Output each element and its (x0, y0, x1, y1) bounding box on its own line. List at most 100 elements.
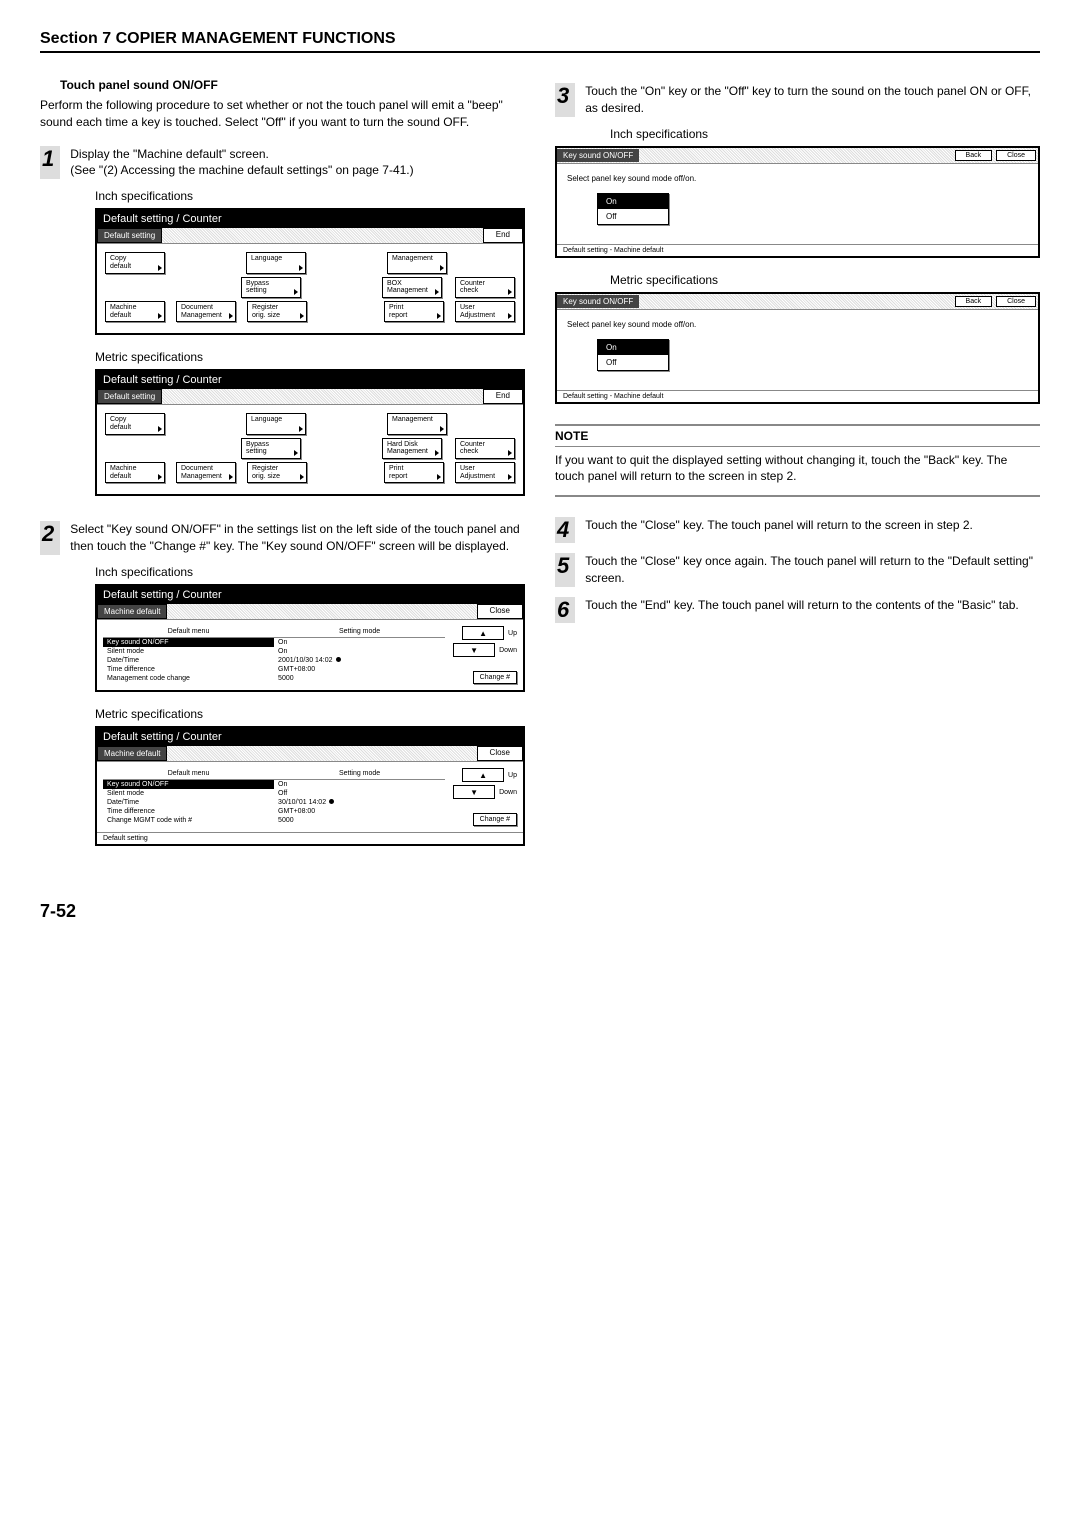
up-button[interactable]: ▲ (462, 768, 504, 782)
back-button[interactable]: Back (955, 296, 993, 307)
down-label: Down (499, 789, 517, 796)
step-1-text: Display the "Machine default" screen. (S… (70, 146, 525, 180)
metric-spec-label: Metric specifications (95, 350, 525, 364)
table-row[interactable]: Silent modeOff (103, 789, 445, 798)
inch-spec-label: Inch specifications (95, 565, 525, 579)
metric-spec-label: Metric specifications (95, 707, 525, 721)
up-label: Up (508, 630, 517, 637)
tab-default-setting[interactable]: Default setting (97, 389, 162, 404)
table-row[interactable]: Key sound ON/OFFOn (103, 638, 445, 647)
panel-machine-default-metric: Default setting / Counter Machine defaul… (95, 726, 525, 846)
instruction-text: Select panel key sound mode off/on. (567, 174, 1028, 183)
panel-button[interactable]: Bypass setting (241, 277, 301, 298)
inch-spec-label: Inch specifications (610, 127, 1040, 141)
onoff-selector: On Off (597, 193, 669, 225)
metric-spec-label: Metric specifications (610, 273, 1040, 287)
panel-keysound-inch: Key sound ON/OFF Back Close Select panel… (555, 146, 1040, 258)
up-button[interactable]: ▲ (462, 626, 504, 640)
panel-button[interactable]: Counter check (455, 277, 515, 298)
col-setting-mode: Setting mode (274, 626, 445, 637)
step-marker: 3 (555, 83, 575, 117)
panel-footer: Default setting - Machine default (557, 244, 1038, 256)
step-2-text: Select "Key sound ON/OFF" in the setting… (70, 521, 525, 555)
panel-button[interactable]: Print report (384, 462, 444, 483)
close-button[interactable]: Close (996, 150, 1036, 161)
panel-button[interactable]: BOX Management (382, 277, 442, 298)
step-marker: 6 (555, 597, 575, 623)
step-marker: 1 (40, 146, 60, 180)
col-default-menu: Default menu (103, 768, 274, 779)
end-button[interactable]: End (483, 228, 523, 243)
tab-default-setting[interactable]: Default setting (97, 228, 162, 243)
down-label: Down (499, 647, 517, 654)
panel-button[interactable]: Print report (384, 301, 444, 322)
panel-default-setting-metric: Default setting / Counter Default settin… (95, 369, 525, 496)
panel-keysound-metric: Key sound ON/OFF Back Close Select panel… (555, 292, 1040, 404)
panel-button[interactable]: Register orig. size (247, 462, 307, 483)
panel-button[interactable]: Copy default (105, 252, 165, 273)
end-button[interactable]: End (483, 389, 523, 404)
down-button[interactable]: ▼ (453, 785, 495, 799)
change-button[interactable]: Change # (473, 671, 517, 684)
tab-machine-default[interactable]: Machine default (97, 604, 167, 619)
panel-button[interactable]: User Adjustment (455, 462, 515, 483)
table-row[interactable]: Key sound ON/OFFOn (103, 780, 445, 789)
panel-button[interactable]: Counter check (455, 438, 515, 459)
subheading: Touch panel sound ON/OFF (60, 78, 525, 92)
panel-button[interactable]: Register orig. size (247, 301, 307, 322)
close-button[interactable]: Close (477, 604, 523, 619)
tab-machine-default[interactable]: Machine default (97, 746, 167, 761)
intro-text: Perform the following procedure to set w… (40, 97, 525, 131)
onoff-selector: On Off (597, 339, 669, 371)
table-row[interactable]: Date/Time30/10/'01 14:02 (103, 798, 445, 807)
off-option[interactable]: Off (598, 355, 668, 370)
table-row[interactable]: Time differenceGMT+08:00 (103, 665, 445, 674)
close-button[interactable]: Close (477, 746, 523, 761)
panel-button[interactable]: Machine default (105, 301, 165, 322)
note-heading: NOTE (555, 424, 1040, 447)
tab-keysound[interactable]: Key sound ON/OFF (557, 149, 639, 162)
on-option[interactable]: On (598, 194, 668, 209)
step-3-text: Touch the "On" key or the "Off" key to t… (585, 83, 1040, 117)
tab-keysound[interactable]: Key sound ON/OFF (557, 295, 639, 308)
step-4-text: Touch the "Close" key. The touch panel w… (585, 517, 1040, 543)
panel-button[interactable]: Machine default (105, 462, 165, 483)
table-row[interactable]: Management code change5000 (103, 674, 445, 683)
col-default-menu: Default menu (103, 626, 274, 637)
panel-button[interactable]: Hard Disk Management (382, 438, 442, 459)
section-title: Section 7 COPIER MANAGEMENT FUNCTIONS (40, 30, 1040, 53)
panel-title: Default setting / Counter (97, 586, 523, 604)
page-number: 7-52 (40, 901, 1040, 922)
panel-button[interactable]: Management (387, 413, 447, 434)
panel-title: Default setting / Counter (97, 210, 523, 228)
down-button[interactable]: ▼ (453, 643, 495, 657)
instruction-text: Select panel key sound mode off/on. (567, 320, 1028, 329)
col-setting-mode: Setting mode (274, 768, 445, 779)
panel-footer: Default setting - Machine default (557, 390, 1038, 402)
inch-spec-label: Inch specifications (95, 189, 525, 203)
panel-button[interactable]: Copy default (105, 413, 165, 434)
back-button[interactable]: Back (955, 150, 993, 161)
panel-footer: Default setting (97, 832, 523, 844)
panel-title: Default setting / Counter (97, 728, 523, 746)
panel-button[interactable]: Language (246, 413, 306, 434)
on-option[interactable]: On (598, 340, 668, 355)
table-row[interactable]: Change MGMT code with #5000 (103, 816, 445, 825)
up-label: Up (508, 772, 517, 779)
step-marker: 2 (40, 521, 60, 555)
panel-button[interactable]: Language (246, 252, 306, 273)
off-option[interactable]: Off (598, 209, 668, 224)
close-button[interactable]: Close (996, 296, 1036, 307)
panel-button[interactable]: User Adjustment (455, 301, 515, 322)
table-row[interactable]: Date/Time2001/10/30 14:02 (103, 656, 445, 665)
panel-default-setting-inch: Default setting / Counter Default settin… (95, 208, 525, 335)
panel-button[interactable]: Document Management (176, 301, 236, 322)
step-6-text: Touch the "End" key. The touch panel wil… (585, 597, 1040, 623)
panel-title: Default setting / Counter (97, 371, 523, 389)
table-row[interactable]: Time differenceGMT+08:00 (103, 807, 445, 816)
panel-button[interactable]: Bypass setting (241, 438, 301, 459)
panel-button[interactable]: Management (387, 252, 447, 273)
panel-button[interactable]: Document Management (176, 462, 236, 483)
table-row[interactable]: Silent modeOn (103, 647, 445, 656)
change-button[interactable]: Change # (473, 813, 517, 826)
